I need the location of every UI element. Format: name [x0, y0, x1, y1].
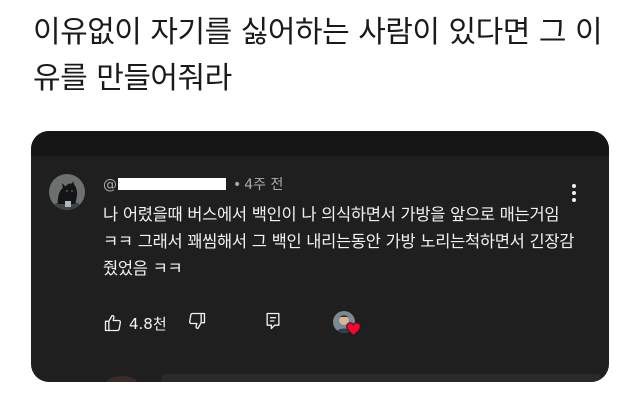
reply-icon [266, 312, 280, 330]
heart-icon [346, 322, 361, 336]
username-prefix[interactable]: @ [103, 177, 117, 193]
next-comment-peek [161, 374, 601, 382]
comment-card: @ • 4주 전 나 어렸을때 버스에서 백인이 나 의식하면서 가방을 앞으로 매… [31, 131, 609, 382]
username-redaction [118, 178, 226, 190]
reply-button[interactable] [263, 311, 283, 335]
card-top-strip [31, 131, 609, 156]
like-count: 4.8천 [129, 314, 167, 333]
post-title: 이유없이 자기를 싫어하는 사람이 있다면 그 이유를 만들어줘라 [33, 15, 603, 96]
more-vert-icon-dot [572, 184, 576, 188]
commenter-avatar[interactable] [49, 174, 85, 210]
dislike-button[interactable] [187, 311, 207, 335]
meta-separator: • [233, 177, 242, 193]
more-vert-icon-dot [572, 191, 576, 195]
comment-meta: @ • 4주 전 [103, 176, 283, 194]
creator-heart[interactable] [331, 309, 361, 339]
thumbs-up-icon [104, 314, 122, 332]
comment-timestamp[interactable]: 4주 전 [244, 177, 283, 193]
like-button[interactable]: 4.8천 [103, 309, 167, 337]
thumbs-down-icon [188, 312, 206, 330]
comment-text: 나 어렸을때 버스에서 백인이 나 의식하면서 가방을 앞으로 매는거임 ㅋㅋ … [103, 205, 575, 278]
next-comment-avatar-peek [107, 376, 137, 382]
comment-action-bar: 4.8천 [103, 309, 403, 337]
